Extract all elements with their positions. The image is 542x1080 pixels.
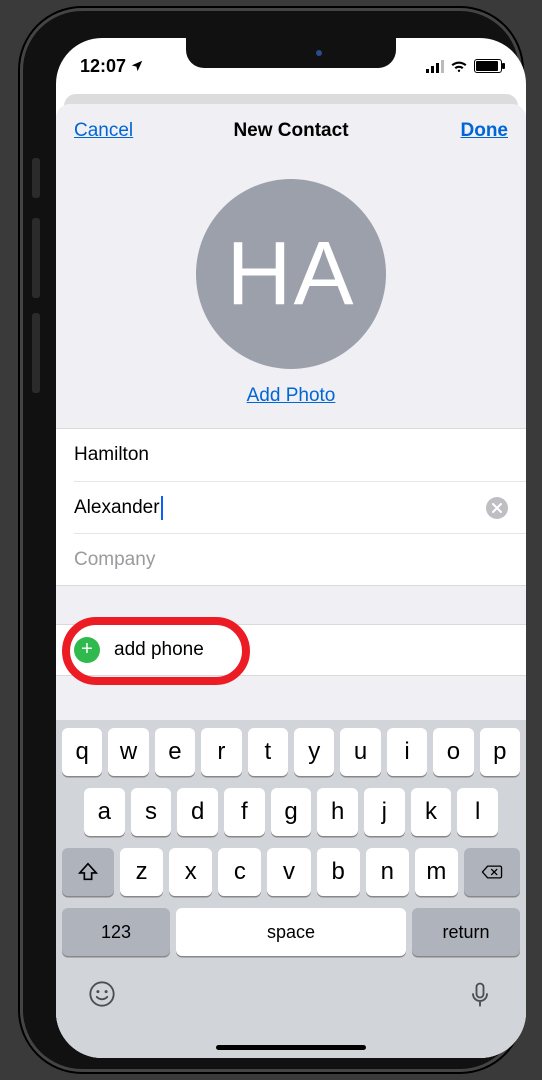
key-v[interactable]: v [267,848,310,896]
first-name-input[interactable] [74,444,508,466]
key-d[interactable]: d [177,788,218,836]
keyboard-row-4: 123 space return [62,908,520,956]
keyboard-row-2: a s d f g h j k l [62,788,520,836]
shift-icon [77,861,99,883]
numbers-key[interactable]: 123 [62,908,170,956]
company-row[interactable] [74,533,526,585]
done-button[interactable]: Done [461,120,509,142]
key-a[interactable]: a [84,788,125,836]
photo-section: HA Add Photo [56,158,526,428]
avatar-initials: HA [226,223,355,326]
volume-down-button [32,313,40,393]
add-photo-button[interactable]: Add Photo [247,385,336,407]
keyboard: q w e r t y u i o p a s d f g h [56,720,526,1058]
last-name-input[interactable]: Alexander [74,497,160,519]
key-p[interactable]: p [480,728,520,776]
cancel-button[interactable]: Cancel [74,120,133,142]
company-input[interactable] [74,549,508,571]
home-indicator[interactable] [216,1045,366,1050]
wifi-icon [450,59,468,73]
last-name-row[interactable]: Alexander [74,481,526,533]
key-m[interactable]: m [415,848,458,896]
key-g[interactable]: g [271,788,312,836]
space-key[interactable]: space [176,908,406,956]
phone-frame: 12:07 Cancel New Contact Done HA [20,8,522,1072]
key-i[interactable]: i [387,728,427,776]
backspace-icon [481,861,503,883]
key-r[interactable]: r [201,728,241,776]
first-name-row[interactable] [56,429,526,481]
keyboard-row-1: q w e r t y u i o p [62,728,520,776]
key-b[interactable]: b [317,848,360,896]
key-n[interactable]: n [366,848,409,896]
screen: 12:07 Cancel New Contact Done HA [56,38,526,1058]
key-s[interactable]: s [131,788,172,836]
location-icon [130,59,144,73]
keyboard-row-3: z x c v b n m [62,848,520,896]
key-o[interactable]: o [433,728,473,776]
key-l[interactable]: l [457,788,498,836]
add-icon: + [74,637,100,663]
keyboard-footer [62,968,520,1034]
dictation-key[interactable] [466,980,494,1008]
key-u[interactable]: u [340,728,380,776]
cellular-icon [426,59,444,73]
text-cursor [161,496,163,520]
new-contact-sheet: Cancel New Contact Done HA Add Photo Ale… [56,104,526,1058]
notch [186,38,396,68]
key-y[interactable]: y [294,728,334,776]
emoji-key[interactable] [88,980,116,1008]
key-e[interactable]: e [155,728,195,776]
return-key[interactable]: return [412,908,520,956]
battery-icon [474,59,502,73]
key-w[interactable]: w [108,728,148,776]
shift-key[interactable] [62,848,114,896]
add-phone-row[interactable]: + add phone [56,624,526,676]
status-time: 12:07 [80,56,126,77]
volume-up-button [32,218,40,298]
mute-switch [32,158,40,198]
key-f[interactable]: f [224,788,265,836]
key-k[interactable]: k [411,788,452,836]
key-t[interactable]: t [248,728,288,776]
clear-text-button[interactable] [486,497,508,519]
avatar[interactable]: HA [196,179,386,369]
close-icon [492,503,502,513]
name-fields-group: Alexander [56,428,526,586]
key-h[interactable]: h [317,788,358,836]
nav-bar: Cancel New Contact Done [56,104,526,158]
key-c[interactable]: c [218,848,261,896]
key-x[interactable]: x [169,848,212,896]
delete-key[interactable] [464,848,520,896]
key-z[interactable]: z [120,848,163,896]
key-j[interactable]: j [364,788,405,836]
key-q[interactable]: q [62,728,102,776]
add-phone-label: add phone [114,639,204,661]
